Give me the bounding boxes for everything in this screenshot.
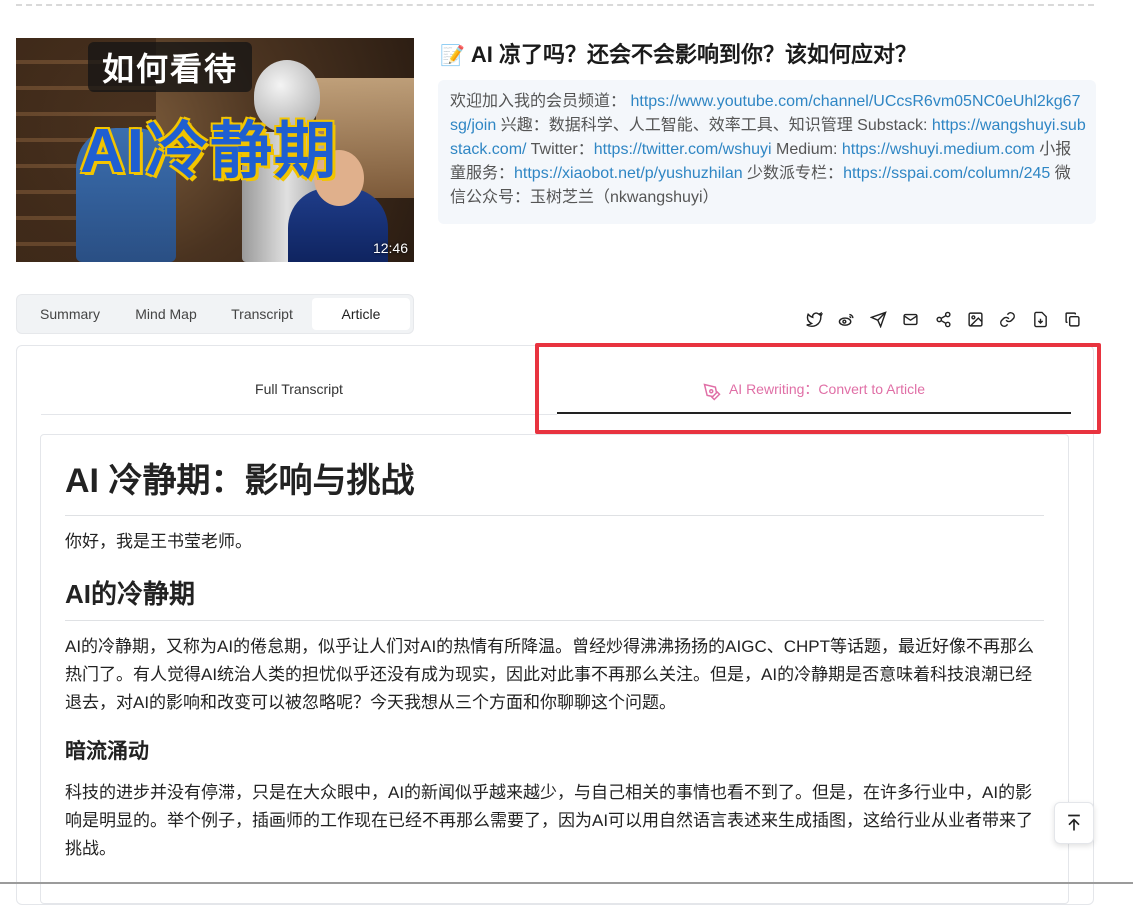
desc-link-xiaobot[interactable]: https://xiaobot.net/p/yushuzhilan: [514, 165, 743, 182]
tab-transcript[interactable]: Transcript: [212, 298, 312, 330]
tab-summary[interactable]: Summary: [20, 298, 120, 330]
video-title: 📝 AI 凉了吗？还会不会影响到你？该如何应对？: [440, 40, 1100, 71]
copy-icon[interactable]: [1062, 309, 1082, 329]
view-tabs: Summary Mind Map Transcript Article: [16, 294, 414, 334]
desc-text-4: Medium:: [771, 141, 842, 158]
weibo-icon[interactable]: [836, 309, 856, 329]
thumb-title-big: AI冷静期: [80, 117, 339, 186]
article-title: AI 冷静期：影响与挑战: [65, 459, 1044, 516]
tab-mind-map[interactable]: Mind Map: [120, 298, 212, 330]
desc-text-6: 少数派专栏：: [742, 165, 844, 182]
share-icon[interactable]: [933, 309, 953, 329]
video-thumbnail[interactable]: 如何看待 AI冷静期 12:46: [16, 38, 414, 262]
article-heading-2: AI的冷静期: [65, 576, 1044, 621]
desc-link-twitter[interactable]: https://twitter.com/wshuyi: [594, 141, 772, 158]
desc-link-sspai[interactable]: https://sspai.com/column/245: [843, 165, 1050, 182]
video-description: 欢迎加入我的会员频道： https://www.youtube.com/chan…: [438, 80, 1096, 224]
arrow-up-icon: [1068, 814, 1080, 831]
desc-link-medium[interactable]: https://wshuyi.medium.com: [842, 141, 1035, 158]
article-paragraph-1: AI的冷静期，又称为AI的倦怠期，似乎让人们对AI的热情有所降温。曾经炒得沸沸扬…: [65, 637, 1035, 712]
thumb-title-small: 如何看待: [88, 42, 253, 92]
memo-icon: 📝: [440, 45, 465, 67]
article-heading-3: 暗流涌动: [65, 740, 149, 763]
article-content: AI 冷静期：影响与挑战 你好，我是王书莹老师。 AI的冷静期 AI的冷静期，又…: [40, 434, 1069, 904]
twitter-icon[interactable]: [804, 309, 824, 329]
tab-article[interactable]: Article: [312, 298, 410, 330]
image-icon[interactable]: [965, 309, 985, 329]
mail-icon[interactable]: [901, 309, 921, 329]
subtab-full-transcript[interactable]: Full Transcript: [41, 368, 557, 415]
desc-text-1: 欢迎加入我的会员频道：: [450, 93, 627, 110]
desc-text-2: 兴趣：数据科学、人工智能、效率工具、知识管理 Substack:: [496, 117, 932, 134]
highlight-box: [535, 343, 1101, 434]
article-paragraph-2: 科技的进步并没有停滞，只是在大众眼中，AI的新闻似乎越来越少，与自己相关的事情也…: [65, 783, 1034, 858]
download-icon[interactable]: [1030, 309, 1050, 329]
telegram-icon[interactable]: [869, 309, 889, 329]
link-icon[interactable]: [998, 309, 1018, 329]
desc-text-3: Twitter：: [526, 141, 594, 158]
top-divider: [16, 4, 1094, 6]
video-title-text: AI 凉了吗？还会不会影响到你？该如何应对？: [470, 42, 918, 67]
share-toolbar: [804, 309, 1095, 331]
article-greeting: 你好，我是王书莹老师。: [65, 532, 252, 551]
back-to-top-button[interactable]: [1054, 802, 1094, 844]
video-duration: 12:46: [372, 240, 408, 256]
